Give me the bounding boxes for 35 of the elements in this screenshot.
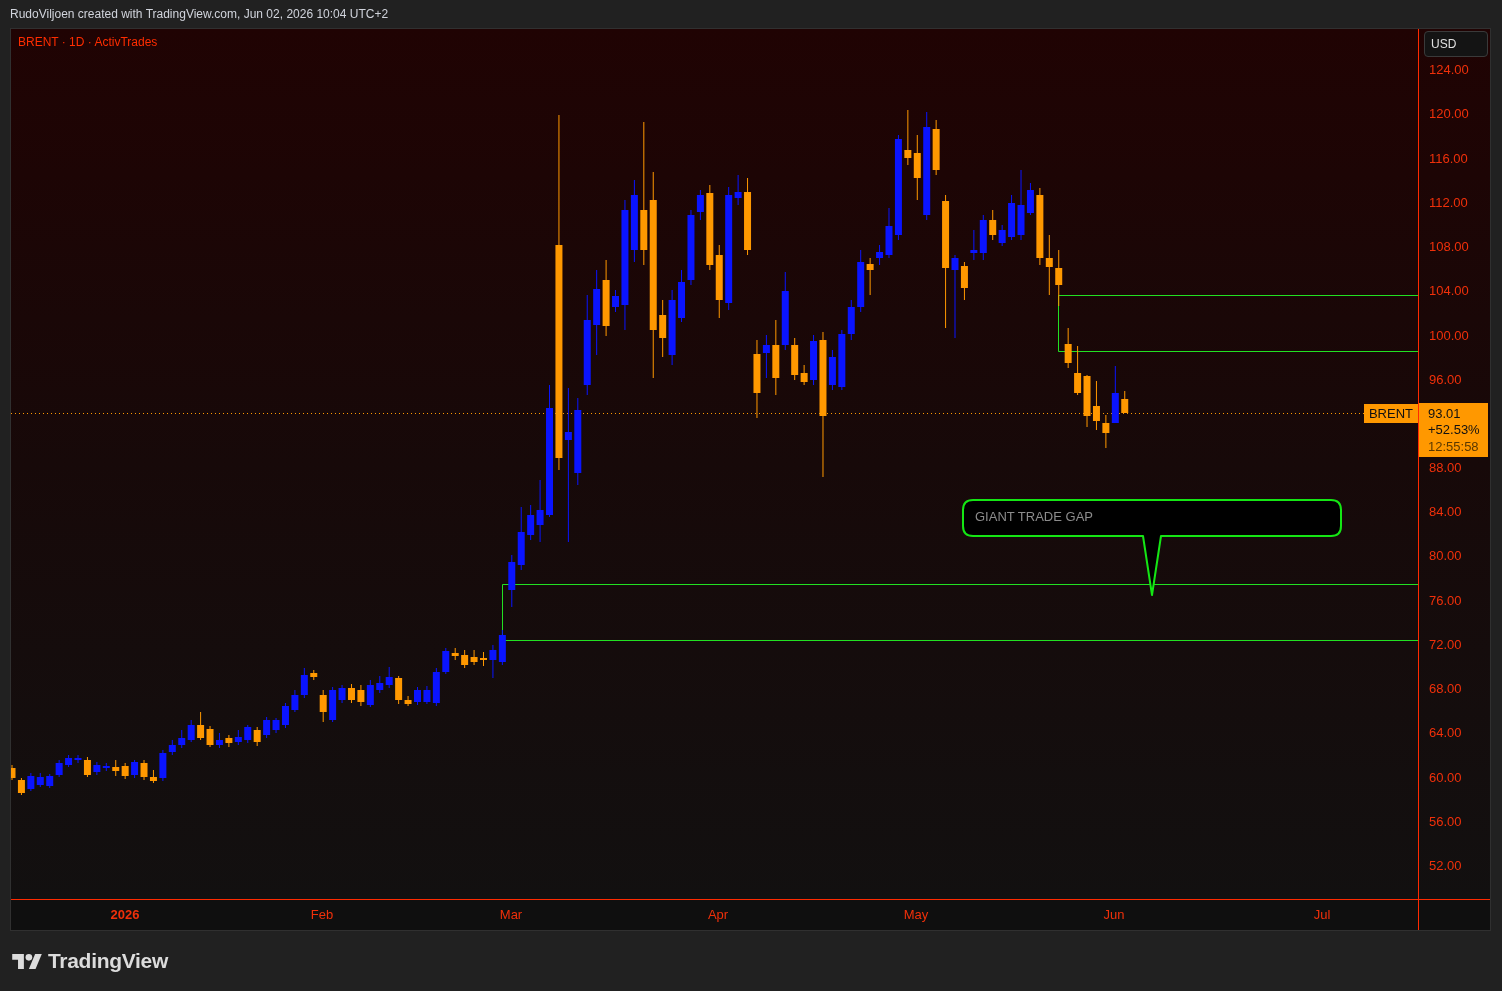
price-tick-label: 120.00 bbox=[1429, 106, 1469, 123]
time-tick-label: 2026 bbox=[110, 907, 140, 923]
time-tick-label: May bbox=[903, 907, 929, 923]
price-tick-label: 88.00 bbox=[1429, 459, 1462, 476]
logo-icon bbox=[12, 953, 42, 969]
last-price: 93.01 bbox=[1428, 405, 1461, 423]
price-tick-label: 76.00 bbox=[1429, 592, 1462, 609]
price-tick-label: 72.00 bbox=[1429, 636, 1462, 653]
chart-legend: BRENT · 1D · ActivTrades bbox=[18, 35, 158, 49]
price-tick-label: 112.00 bbox=[1429, 194, 1469, 211]
price-tick-label: 84.00 bbox=[1429, 504, 1462, 521]
price-tick-label: 80.00 bbox=[1429, 548, 1462, 565]
price-tick-label: 104.00 bbox=[1429, 283, 1469, 300]
snapshot-caption: RudoViljoen created with TradingView.com, Jun 02, 2026 10:04 UTC+2 bbox=[10, 7, 389, 21]
callout-text: GIANT TRADE GAP bbox=[975, 509, 1093, 525]
price-tick-label: 56.00 bbox=[1429, 814, 1462, 830]
price-tick-label: 60.00 bbox=[1429, 769, 1462, 786]
price-tick-label: 116.00 bbox=[1429, 150, 1469, 167]
price-tick-label: 64.00 bbox=[1429, 725, 1462, 742]
time-tick-label: Apr bbox=[707, 907, 729, 923]
bar-countdown: 12:55:58 bbox=[1428, 438, 1479, 456]
currency-button[interactable]: USD bbox=[1424, 31, 1488, 57]
time-tick-label: Feb bbox=[310, 907, 334, 923]
brand-name: TradingView bbox=[48, 949, 168, 973]
price-change: +52.53% bbox=[1428, 422, 1480, 439]
price-tick-label: 52.00 bbox=[1429, 858, 1462, 875]
price-tick-label: 96.00 bbox=[1429, 371, 1463, 388]
price-tick-label: 124.00 bbox=[1429, 62, 1469, 78]
price-tick-label: 100.00 bbox=[1429, 327, 1469, 344]
time-tick-label: Jun bbox=[1103, 907, 1125, 923]
price-tick-label: 108.00 bbox=[1429, 239, 1469, 256]
symbol-tag: BRENT bbox=[1363, 404, 1418, 423]
time-tick-label: Jul bbox=[1313, 907, 1331, 923]
price-tick-label: 68.00 bbox=[1429, 681, 1462, 698]
time-tick-label: Mar bbox=[499, 907, 523, 923]
